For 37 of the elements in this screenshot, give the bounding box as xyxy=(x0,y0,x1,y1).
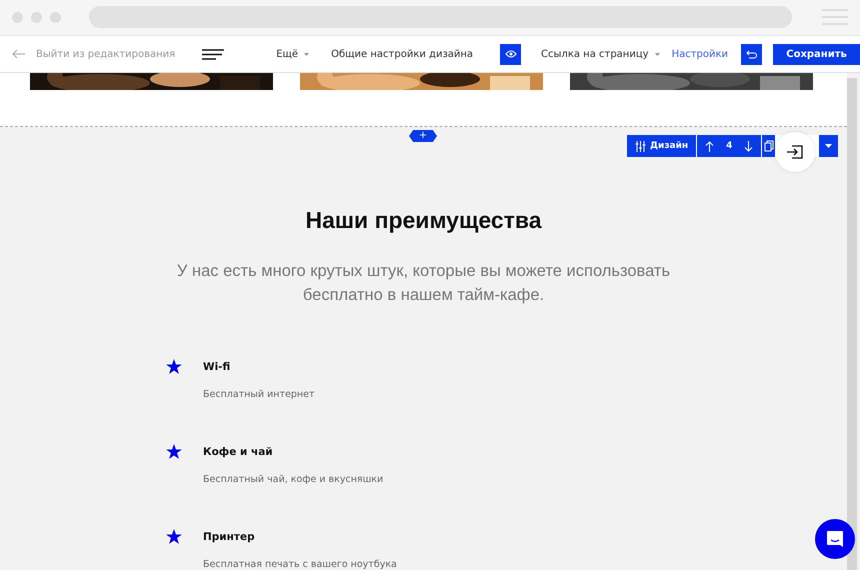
caret-icon xyxy=(825,144,832,148)
feature-description: Бесплатная печать с вашего ноутбука xyxy=(203,559,397,570)
position-number: 4 xyxy=(722,135,736,157)
chat-icon xyxy=(826,530,844,548)
caret-icon xyxy=(654,52,660,56)
settings-link[interactable]: Настройки xyxy=(672,48,728,60)
star-icon xyxy=(166,529,182,544)
design-settings-link[interactable]: Общие настройки дизайна xyxy=(331,48,474,60)
design-button[interactable]: Дизайн xyxy=(627,135,696,157)
section-subtitle: У нас есть много крутых штук, которые вы можете использовать бесплатно в нашем тайм-кафе. xyxy=(176,261,672,306)
save-button[interactable]: Сохранить xyxy=(773,44,860,65)
dropdown-button[interactable] xyxy=(819,135,838,157)
copy-button[interactable] xyxy=(762,135,776,157)
arrow-down-icon xyxy=(744,140,754,152)
feature-title: Кофе и чай xyxy=(203,446,274,458)
sliders-icon xyxy=(635,140,646,152)
feature-description: Бесплатный чай, кофе и вкусняшки xyxy=(203,474,384,485)
move-down-button[interactable] xyxy=(736,135,762,157)
star-icon xyxy=(166,359,182,374)
feature-title: Принтер xyxy=(203,530,256,542)
move-up-button[interactable] xyxy=(697,135,722,157)
feature-description: Бесплатный интернет xyxy=(203,389,315,400)
section-title: Наши преимущества xyxy=(304,207,543,234)
caret-icon xyxy=(304,52,310,56)
arrow-up-icon xyxy=(705,140,714,152)
undo-button[interactable] xyxy=(741,44,762,65)
undo-icon xyxy=(746,50,758,59)
menu-icon[interactable] xyxy=(202,48,224,60)
more-menu[interactable]: Ещё xyxy=(276,48,298,60)
star-icon xyxy=(166,444,182,459)
page-link-menu[interactable]: Ссылка на страницу xyxy=(541,48,649,60)
eye-icon xyxy=(504,50,517,58)
preview-button[interactable] xyxy=(500,44,522,65)
copy-icon xyxy=(764,140,774,152)
feature-title: Wi-fi xyxy=(203,360,232,372)
scrollbar[interactable] xyxy=(847,78,857,570)
exit-icon xyxy=(787,145,803,159)
